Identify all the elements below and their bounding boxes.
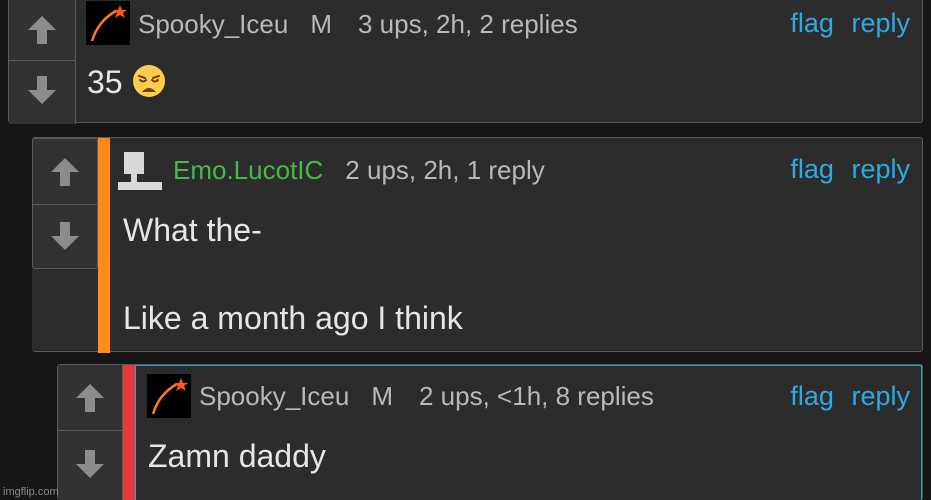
mod-badge: M bbox=[371, 381, 393, 411]
weary-face-icon bbox=[132, 65, 165, 97]
flag-link[interactable]: flag bbox=[790, 154, 834, 184]
comment-actions: flag reply bbox=[780, 154, 910, 185]
comment-actions: flag reply bbox=[780, 381, 910, 412]
vote-column bbox=[9, 0, 76, 124]
reply-link[interactable]: reply bbox=[851, 8, 910, 38]
watermark: imgflip.com bbox=[3, 486, 59, 498]
comment-body: 35 bbox=[87, 60, 167, 104]
comment-meta: Spooky_Iceu M 2 ups, <1h, 8 replies bbox=[199, 381, 654, 412]
shooting-star-icon bbox=[90, 5, 127, 42]
username[interactable]: Emo.LucotIC bbox=[173, 155, 323, 186]
comment-text: 35 bbox=[87, 64, 123, 100]
comment-reply: Spooky_Iceu M 2 ups, <1h, 8 replies flag… bbox=[57, 364, 923, 500]
reply-link[interactable]: reply bbox=[851, 154, 910, 184]
arrow-down-icon bbox=[76, 450, 104, 478]
thread-indicator bbox=[123, 365, 135, 500]
arrow-up-icon bbox=[76, 384, 104, 412]
vote-column bbox=[32, 138, 98, 269]
upvote-button[interactable] bbox=[9, 1, 75, 59]
comment-stats: 2 ups, 2h, 1 reply bbox=[345, 155, 545, 185]
reply-link[interactable]: reply bbox=[851, 381, 910, 411]
comment-body: What the- Like a month ago I think bbox=[123, 212, 463, 336]
comment-reply: Emo.LucotIC 2 ups, 2h, 1 reply flag repl… bbox=[32, 137, 923, 353]
comment-stats: 2 ups, <1h, 8 replies bbox=[419, 381, 654, 411]
downvote-button[interactable] bbox=[58, 430, 122, 497]
mod-badge: M bbox=[310, 9, 332, 39]
downvote-button[interactable] bbox=[33, 204, 97, 267]
comment-body: Zamn daddy bbox=[148, 438, 326, 474]
comment-meta: Spooky_Iceu M 3 ups, 2h, 2 replies bbox=[138, 9, 578, 40]
arrow-up-icon bbox=[28, 16, 56, 44]
comment-stats: 3 ups, 2h, 2 replies bbox=[358, 9, 578, 39]
vote-column bbox=[58, 365, 123, 500]
thread-indicator bbox=[98, 138, 110, 353]
avatar[interactable] bbox=[147, 374, 191, 418]
username[interactable]: Spooky_Iceu bbox=[138, 9, 288, 40]
arrow-down-icon bbox=[51, 222, 79, 250]
comment: Spooky_Iceu M 3 ups, 2h, 2 replies flag … bbox=[8, 0, 923, 124]
comment-actions: flag reply bbox=[780, 8, 910, 39]
comment-thread: Spooky_Iceu M 3 ups, 2h, 2 replies flag … bbox=[0, 0, 931, 500]
avatar[interactable] bbox=[86, 1, 130, 45]
upvote-button[interactable] bbox=[33, 143, 97, 201]
flag-link[interactable]: flag bbox=[790, 381, 834, 411]
downvote-button[interactable] bbox=[9, 60, 75, 119]
default-avatar-icon bbox=[118, 152, 162, 190]
avatar[interactable] bbox=[118, 150, 162, 194]
username[interactable]: Spooky_Iceu bbox=[199, 381, 349, 412]
arrow-up-icon bbox=[51, 158, 79, 186]
upvote-button[interactable] bbox=[58, 369, 122, 427]
shooting-star-icon bbox=[151, 378, 188, 415]
arrow-down-icon bbox=[28, 76, 56, 104]
flag-link[interactable]: flag bbox=[790, 8, 834, 38]
comment-meta: Emo.LucotIC 2 ups, 2h, 1 reply bbox=[173, 155, 545, 186]
